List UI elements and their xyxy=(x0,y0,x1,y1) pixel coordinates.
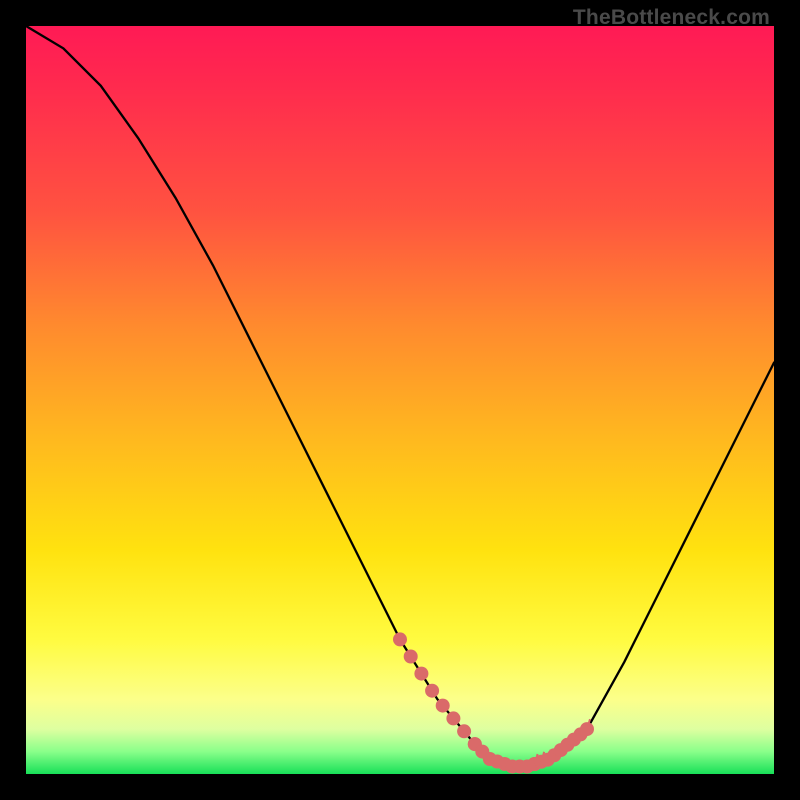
curve-marker xyxy=(393,632,407,646)
chart-frame: TheBottleneck.com xyxy=(0,0,800,800)
curve-marker xyxy=(446,711,460,725)
curve-marker xyxy=(425,684,439,698)
plot-area xyxy=(26,26,774,774)
curve-line xyxy=(26,26,774,767)
curve-marker xyxy=(404,650,418,664)
watermark-text: TheBottleneck.com xyxy=(573,6,770,30)
curve-marker xyxy=(457,724,471,738)
curve-marker xyxy=(414,667,428,681)
curve-marker xyxy=(436,699,450,713)
chart-svg xyxy=(26,26,774,774)
curve-markers xyxy=(393,632,594,773)
